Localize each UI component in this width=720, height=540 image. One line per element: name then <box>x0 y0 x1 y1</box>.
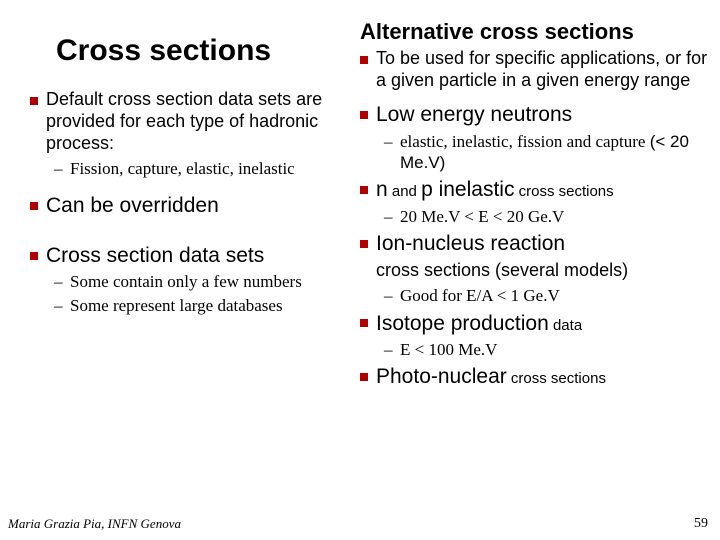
lead2: p inelastic <box>421 178 514 201</box>
item-text: Default cross section data sets are prov… <box>46 89 322 153</box>
list-item: Low energy neutrons elastic, inelastic, … <box>360 102 710 173</box>
item-text: Photo-nuclear <box>376 365 507 388</box>
item-line2: cross sections (several models) <box>376 260 628 280</box>
list-item: Cross section data sets Some contain onl… <box>30 243 360 316</box>
sub-item: elastic, inelastic, fission and capture … <box>384 131 710 174</box>
sub-item: Good for E/A < 1 Ge.V <box>384 285 710 306</box>
lead: n <box>376 178 388 201</box>
tail: data <box>549 317 582 334</box>
sub-item: Some represent large databases <box>54 295 360 316</box>
sub-item: Fission, capture, elastic, inelastic <box>54 158 360 179</box>
list-item: To be used for specific applications, or… <box>360 48 710 92</box>
page-number: 59 <box>694 516 708 532</box>
footer-author: Maria Grazia Pia, INFN Genova <box>8 516 181 532</box>
right-column: Alternative cross sections To be used fo… <box>360 20 710 400</box>
right-list: To be used for specific applications, or… <box>360 48 710 390</box>
left-column: Cross sections Default cross section dat… <box>30 20 360 326</box>
left-list: Default cross section data sets are prov… <box>30 89 360 316</box>
sub-text: elastic, inelastic, fission and capture <box>400 132 645 151</box>
item-text: Can be overridden <box>46 194 219 217</box>
item-text: Cross section data sets <box>46 244 264 267</box>
item-text: Isotope production <box>376 312 549 335</box>
sub-item: E < 100 Me.V <box>384 339 710 360</box>
tail: cross sections <box>507 370 606 387</box>
mid: and <box>388 183 421 200</box>
list-item: Default cross section data sets are prov… <box>30 89 360 179</box>
list-item: Photo-nuclear cross sections <box>360 364 710 390</box>
list-item: Ion-nucleus reaction cross sections (sev… <box>360 231 710 306</box>
sub-item: 20 Me.V < E < 20 Ge.V <box>384 206 710 227</box>
alt-title: Alternative cross sections <box>360 20 710 44</box>
item-text: Low energy neutrons <box>376 103 572 126</box>
item-text: To be used for specific applications, or… <box>376 48 707 90</box>
list-item: Can be overridden <box>30 193 360 219</box>
slide: Cross sections Default cross section dat… <box>0 0 720 540</box>
list-item: n and p inelastic cross sections 20 Me.V… <box>360 177 710 227</box>
list-item: Isotope production data E < 100 Me.V <box>360 311 710 361</box>
sub-item: Some contain only a few numbers <box>54 271 360 292</box>
tail: cross sections <box>514 183 613 200</box>
item-text: Ion-nucleus reaction <box>376 232 565 255</box>
slide-title: Cross sections <box>56 34 360 67</box>
